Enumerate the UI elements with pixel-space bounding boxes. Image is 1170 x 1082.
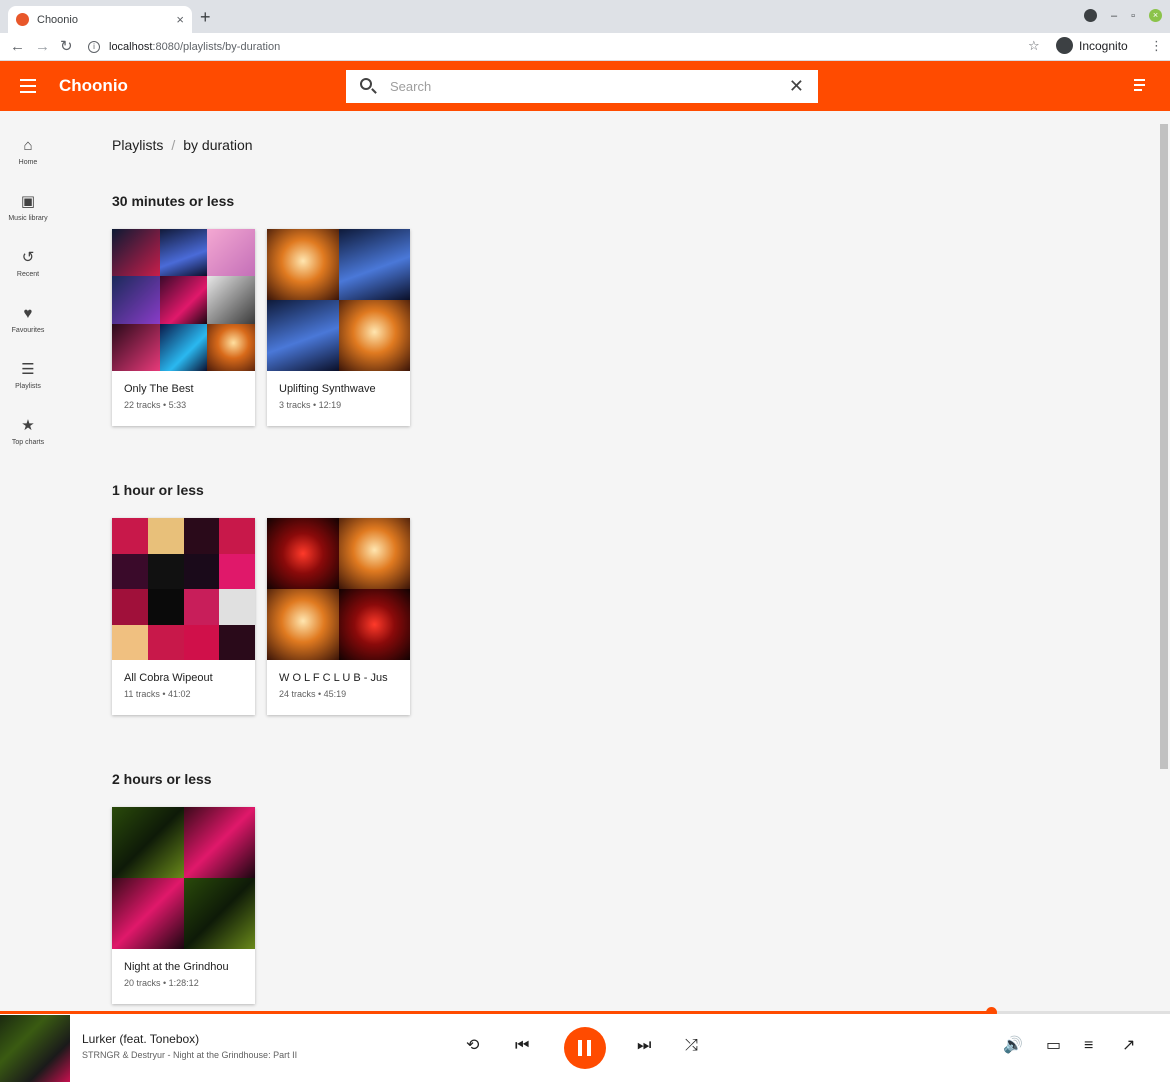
now-playing-artwork[interactable] (0, 1015, 70, 1082)
tab-search-icon[interactable] (1083, 9, 1097, 22)
window-controls: – ▫ × (1083, 9, 1162, 22)
next-track-icon[interactable]: ⏭ (637, 1036, 651, 1056)
scrollbar-thumb[interactable] (1160, 124, 1168, 769)
maximize-icon[interactable]: ▫ (1131, 10, 1135, 22)
incognito-icon (1056, 37, 1073, 54)
queue-list-icon[interactable]: ≡ (1084, 1036, 1093, 1056)
sidebar-item-favourites[interactable]: ♥ Favourites (0, 305, 56, 335)
playlist-artwork (112, 229, 255, 371)
playlist-meta: 24 tracks • 45:19 (279, 689, 347, 699)
volume-icon[interactable]: 🔊 (1003, 1036, 1023, 1056)
home-icon: ⌂ (23, 137, 33, 154)
new-tab-button[interactable]: + (200, 7, 211, 27)
cast-icon[interactable]: ▭ (1046, 1036, 1061, 1056)
history-icon: ↺ (21, 249, 35, 266)
minimize-icon[interactable]: – (1111, 10, 1117, 22)
search-icon (360, 78, 372, 90)
repeat-icon[interactable]: ⟲ (466, 1036, 479, 1056)
playlist-name: Uplifting Synthwave (279, 383, 376, 395)
breadcrumb-playlists-link[interactable]: Playlists (112, 137, 163, 153)
pause-icon (578, 1040, 582, 1056)
sidebar-item-label: Recent (16, 271, 40, 278)
search-bar: ✕ (346, 70, 818, 103)
playlist-artwork (112, 807, 255, 949)
main-content: Playlists / by duration 30 minutes or less… (56, 111, 1158, 1011)
play-queue-icon[interactable] (1134, 79, 1150, 93)
search-input[interactable] (390, 76, 770, 97)
playlist-artwork (267, 229, 410, 371)
window-close-icon[interactable]: × (1149, 9, 1162, 22)
playlist-meta: 22 tracks • 5:33 (124, 400, 187, 410)
now-playing-artist[interactable]: STRNGR & Destryur - Night at the Grindho… (82, 1050, 297, 1060)
sidebar-item-label: Favourites (11, 327, 45, 334)
playlist-artwork (267, 518, 410, 660)
list-icon: ☰ (21, 361, 35, 378)
playlist-name: Night at the Grindhou (124, 961, 229, 973)
incognito-label: Incognito (1079, 38, 1128, 53)
browser-tab-title: Choonio (37, 13, 78, 26)
playlist-name: All Cobra Wipeout (124, 672, 213, 684)
section-title: 30 minutes or less (112, 193, 235, 209)
site-info-icon[interactable]: i (88, 41, 100, 53)
section-title: 2 hours or less (112, 771, 212, 787)
url-host: localhost (109, 41, 153, 53)
shuffle-icon[interactable]: ⤮ (685, 1036, 698, 1056)
library-icon: ▣ (20, 193, 36, 210)
playlist-card[interactable]: Night at the Grindhou 20 tracks • 1:28:1… (112, 807, 255, 1004)
playlist-meta: 20 tracks • 1:28:12 (124, 978, 199, 988)
browser-tab[interactable]: Choonio × (8, 6, 192, 33)
app-bar: Choonio ✕ (0, 61, 1170, 111)
sidebar-item-recent[interactable]: ↺ Recent (0, 249, 56, 279)
address-bar: ← → ↻ i localhost :8080/playlists/by-dur… (0, 33, 1170, 61)
playlist-card[interactable]: All Cobra Wipeout 11 tracks • 41:02 (112, 518, 255, 715)
breadcrumb-separator: / (171, 137, 176, 153)
previous-track-icon[interactable]: ⏮ (515, 1036, 529, 1056)
sidebar-item-label: Music library (8, 215, 48, 222)
player-bar: Lurker (feat. Tonebox) STRNGR & Destryur… (0, 1014, 1170, 1082)
playlist-meta: 11 tracks • 41:02 (124, 689, 191, 699)
incognito-indicator[interactable]: Incognito (1056, 37, 1128, 54)
open-external-icon[interactable]: ↗ (1122, 1036, 1135, 1056)
reload-icon[interactable]: ↻ (60, 37, 73, 57)
breadcrumb: Playlists / by duration (112, 137, 253, 153)
section-title: 1 hour or less (112, 482, 204, 498)
sidebar-item-label: Home (18, 159, 38, 166)
playlist-artwork (112, 518, 255, 660)
playlist-card[interactable]: W O L F C L U B - Jus 24 tracks • 45:19 (267, 518, 410, 715)
heart-icon: ♥ (23, 305, 33, 322)
url-field[interactable]: i localhost :8080/playlists/by-duration (88, 36, 1048, 58)
choonio-favicon-icon (16, 13, 29, 26)
bookmark-star-icon[interactable]: ☆ (1028, 38, 1040, 54)
tab-close-icon[interactable]: × (176, 12, 184, 27)
forward-arrow-icon[interactable]: → (35, 37, 50, 57)
sidebar-item-top-charts[interactable]: ★ Top charts (0, 417, 56, 447)
playlist-name: W O L F C L U B - Jus (279, 672, 388, 684)
browser-tab-bar: Choonio × + – ▫ × (0, 0, 1170, 33)
playlist-card[interactable]: Only The Best 22 tracks • 5:33 (112, 229, 255, 426)
sidebar-item-label: Top charts (11, 439, 45, 446)
clear-search-icon[interactable]: ✕ (789, 76, 804, 96)
back-arrow-icon[interactable]: ← (10, 37, 25, 57)
sidebar-item-label: Playlists (15, 383, 41, 390)
playlist-name: Only The Best (124, 383, 194, 395)
app-title: Choonio (59, 76, 128, 95)
sidebar-item-playlists[interactable]: ☰ Playlists (0, 361, 56, 391)
now-playing-title[interactable]: Lurker (feat. Tonebox) (82, 1032, 199, 1046)
pause-button[interactable] (564, 1027, 606, 1069)
playlist-meta: 3 tracks • 12:19 (279, 400, 342, 410)
sidebar-item-home[interactable]: ⌂ Home (0, 137, 56, 167)
star-icon: ★ (21, 417, 35, 434)
playlist-card[interactable]: Uplifting Synthwave 3 tracks • 12:19 (267, 229, 410, 426)
hamburger-menu-icon[interactable] (20, 79, 36, 93)
url-path: :8080/playlists/by-duration (152, 41, 281, 53)
browser-menu-icon[interactable]: ⋮ (1150, 38, 1163, 54)
breadcrumb-current: by duration (183, 137, 253, 153)
sidebar-item-music-library[interactable]: ▣ Music library (0, 193, 56, 223)
